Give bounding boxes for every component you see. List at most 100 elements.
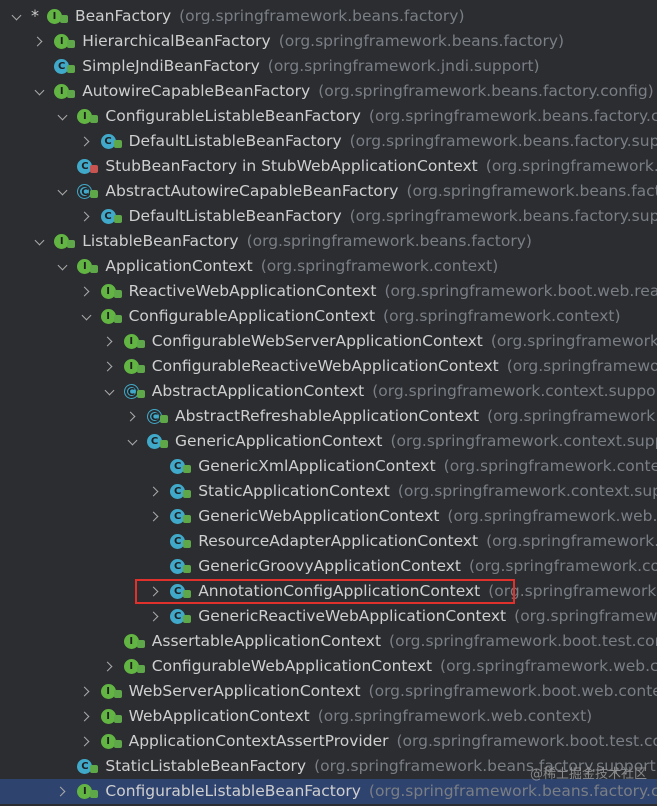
type-name: ConfigurableWebServerApplicationContext: [151, 332, 483, 350]
tree-row[interactable]: I WebServerApplicationContext (org.springf…: [0, 679, 657, 704]
tree-row-label: DefaultListableBeanFactory (org.springfra…: [129, 129, 657, 154]
package-name: (org.springframework.web.context): [317, 707, 593, 725]
chevron-right-icon[interactable]: [102, 654, 118, 679]
public-access-icon: [90, 115, 99, 123]
tree-row[interactable]: C DefaultListableBeanFactory (org.springfr…: [0, 129, 657, 154]
tree-row-label: SimpleJndiBeanFactory (org.springframewor…: [82, 54, 539, 79]
tree-row[interactable]: C AbstractRefreshableApplicationContext (o…: [0, 404, 657, 429]
tree-row[interactable]: I AssertableApplicationContext (org.spring…: [0, 629, 657, 654]
highlight-box: [135, 579, 515, 604]
type-name: ConfigurableListableBeanFactory: [105, 782, 361, 800]
tree-row[interactable]: I ConfigurableListableBeanFactory (org.spr…: [0, 104, 657, 129]
package-name: (org.springframework.context): [260, 257, 499, 275]
package-name: (org.springframework.beans.factory.confi…: [318, 82, 654, 100]
tree-row[interactable]: C AbstractApplicationContext (org.springfr…: [0, 379, 657, 404]
chevron-right-icon[interactable]: [148, 504, 164, 529]
tree-row-label: ConfigurableListableBeanFactory (org.spri…: [105, 104, 657, 129]
tree-row-label: GenericGroovyApplicationContext (org.spri…: [198, 554, 657, 579]
public-access-icon: [90, 765, 99, 773]
tree-row[interactable]: C SimpleJndiBeanFactory (org.springframewo…: [0, 54, 657, 79]
public-access-icon: [67, 65, 76, 73]
type-name: DefaultListableBeanFactory: [128, 132, 342, 150]
public-access-icon: [183, 490, 192, 498]
tree-row[interactable]: C StaticApplicationContext (org.springfram…: [0, 479, 657, 504]
tree-row[interactable]: C ResourceAdapterApplicationContext (org.s…: [0, 529, 657, 554]
chevron-down-icon[interactable]: [55, 104, 71, 129]
tree-row-label: AbstractRefreshableApplicationContext (or…: [175, 404, 657, 429]
tree-row-label: HierarchicalBeanFactory (org.springframew…: [82, 29, 564, 54]
tree-row[interactable]: I ApplicationContext (org.springframework.…: [0, 254, 657, 279]
tree-row[interactable]: I ConfigurableListableBeanFactory (org.spr…: [0, 779, 657, 804]
public-access-icon: [67, 240, 76, 248]
chevron-right-icon[interactable]: [102, 354, 118, 379]
type-name: SimpleJndiBeanFactory: [82, 57, 260, 75]
type-name: ResourceAdapterApplicationContext: [198, 532, 479, 550]
tree-row[interactable]: I HierarchicalBeanFactory (org.springframe…: [0, 29, 657, 54]
tree-row-label: ConfigurableWebApplicationContext (org.sp…: [152, 654, 657, 679]
package-name: (org.springframework.web.context): [485, 157, 657, 175]
package-name: (org.springframework.boot.web.context): [490, 332, 657, 350]
public-access-icon: [90, 265, 99, 273]
package-name: (org.springframework.beans.factory): [278, 32, 565, 50]
tree-row[interactable]: C GenericApplicationContext (org.springfra…: [0, 429, 657, 454]
package-name: (org.springframework.context.support): [372, 382, 657, 400]
chevron-down-icon[interactable]: [9, 4, 25, 29]
chevron-right-icon[interactable]: [32, 29, 48, 54]
chevron-down-icon[interactable]: [32, 229, 48, 254]
tree-row[interactable]: I AutowireCapableBeanFactory (org.springfr…: [0, 79, 657, 104]
tree-row-label: AbstractAutowireCapableBeanFactory (org.s…: [105, 179, 657, 204]
tree-row[interactable]: I ReactiveWebApplicationContext (org.sprin…: [0, 279, 657, 304]
public-access-icon: [113, 690, 122, 698]
tree-row[interactable]: I ConfigurableApplicationContext (org.spri…: [0, 304, 657, 329]
package-name: (org.springframework.jca.context): [486, 532, 657, 550]
package-name: (org.springframework.beans.factory): [179, 7, 465, 25]
chevron-right-icon[interactable]: [79, 679, 95, 704]
tree-row[interactable]: C AbstractAutowireCapableBeanFactory (org.…: [0, 179, 657, 204]
chevron-right-icon[interactable]: [79, 204, 95, 229]
chevron-down-icon[interactable]: [55, 179, 71, 204]
tree-row[interactable]: C GenericWebApplicationContext (org.spring…: [0, 504, 657, 529]
chevron-right-icon[interactable]: [102, 329, 118, 354]
tree-row[interactable]: * I BeanFactory (org.springframework.beans.…: [0, 4, 657, 29]
tree-row[interactable]: I ApplicationContextAssertProvider (org.sp…: [0, 729, 657, 754]
tree-row-label: GenericWebApplicationContext (org.springf…: [198, 504, 657, 529]
public-access-icon: [183, 615, 192, 623]
package-name: (org.springframework.context): [383, 307, 621, 325]
chevron-down-icon[interactable]: [32, 79, 48, 104]
tree-row[interactable]: C GenericReactiveWebApplicationContext (or…: [0, 604, 657, 629]
type-name: ConfigurableListableBeanFactory: [105, 107, 361, 125]
tree-row[interactable]: C GenericXmlApplicationContext (org.spring…: [0, 454, 657, 479]
tree-row[interactable]: C DefaultListableBeanFactory (org.springfr…: [0, 204, 657, 229]
type-name: AutowireCapableBeanFactory: [82, 82, 311, 100]
tree-row[interactable]: C GenericGroovyApplicationContext (org.spr…: [0, 554, 657, 579]
chevron-down-icon[interactable]: [102, 379, 118, 404]
chevron-right-icon[interactable]: [79, 279, 95, 304]
tree-row[interactable]: I ConfigurableReactiveWebApplicationConte…: [0, 354, 657, 379]
tree-row[interactable]: I WebApplicationContext (org.springframewo…: [0, 704, 657, 729]
public-access-icon: [90, 790, 99, 798]
public-access-icon: [113, 140, 122, 148]
chevron-down-icon[interactable]: [55, 254, 71, 279]
package-name: (org.springframework.boot.web.reactive.c…: [384, 282, 657, 300]
chevron-down-icon[interactable]: [125, 429, 141, 454]
tree-row[interactable]: I ListableBeanFactory (org.springframework…: [0, 229, 657, 254]
type-name: ConfigurableWebApplicationContext: [151, 657, 433, 675]
public-access-icon: [67, 40, 76, 48]
chevron-right-icon[interactable]: [148, 479, 164, 504]
tree-row[interactable]: C StubBeanFactory in StubWebApplicationCo…: [0, 154, 657, 179]
chevron-right-icon[interactable]: [79, 729, 95, 754]
chevron-right-icon[interactable]: [79, 129, 95, 154]
chevron-right-icon[interactable]: [148, 604, 164, 629]
type-name: StaticListableBeanFactory: [105, 757, 307, 775]
package-name: (org.springframework.boot.web.reactive.c…: [506, 357, 657, 375]
package-name: (org.springframework.jndi.support): [267, 57, 540, 75]
chevron-right-icon[interactable]: [55, 779, 71, 804]
type-name: ListableBeanFactory: [82, 232, 239, 250]
public-access-icon: [160, 415, 168, 423]
chevron-right-icon[interactable]: [125, 404, 141, 429]
tree-row[interactable]: I ConfigurableWebServerApplicationContext…: [0, 329, 657, 354]
chevron-down-icon[interactable]: [79, 304, 95, 329]
tree-row[interactable]: I ConfigurableWebApplicationContext (org.s…: [0, 654, 657, 679]
chevron-right-icon[interactable]: [79, 704, 95, 729]
package-name: (org.springframework.context.support): [390, 432, 657, 450]
